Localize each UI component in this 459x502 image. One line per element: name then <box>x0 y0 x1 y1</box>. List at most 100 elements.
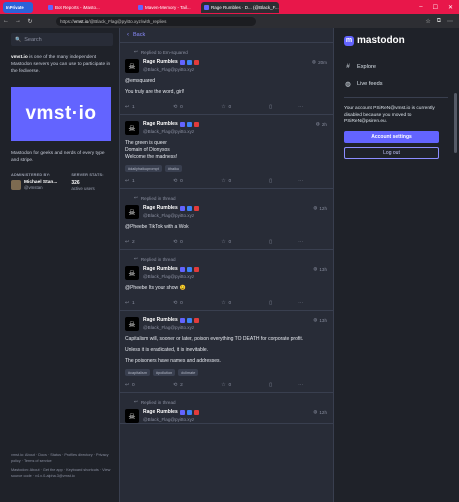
post-time[interactable]: ◍ 2h <box>316 121 327 127</box>
hashtag[interactable]: #capitalism <box>125 369 150 376</box>
mastodon-logo-icon: m <box>344 35 354 46</box>
mastodon-logo[interactable]: m mastodon <box>344 35 451 46</box>
account-handle[interactable]: @Black_Flag@pyitto.xyz <box>143 213 199 218</box>
bookmark-button[interactable]: ▯ <box>269 105 298 110</box>
display-name[interactable]: Rage Rumbles <box>143 317 199 323</box>
tab-favicon-icon <box>48 4 53 10</box>
display-name[interactable]: Rage Rumbles <box>143 121 199 127</box>
pirate-flag-avatar[interactable]: ☠ <box>125 266 139 280</box>
extensions-icon[interactable]: ⧉ <box>437 18 441 25</box>
tab-bot-reports[interactable]: Bot Reports - iMasto... <box>45 2 115 13</box>
maximize-icon[interactable]: ☐ <box>433 4 438 11</box>
status-post[interactable]: ↩ Replied to Em-squared ☠ Rage Rumbles @B… <box>120 43 333 115</box>
logout-button[interactable]: Log out <box>344 146 439 159</box>
reply-button[interactable]: ↩ 1 <box>125 105 173 110</box>
admin-account[interactable]: Michael Stan... @vmstan <box>11 180 57 190</box>
display-name[interactable]: Rage Rumbles <box>143 409 199 415</box>
account-settings-button[interactable]: Account settings <box>344 130 439 143</box>
status-post[interactable]: ↩ Replied in thread ☠ Rage Rumbles @Black… <box>120 189 333 250</box>
back-button[interactable]: ‹ Back <box>120 28 333 43</box>
post-time[interactable]: ◍ 12h <box>313 205 327 211</box>
more-button[interactable]: ⋯ <box>298 179 327 184</box>
more-button[interactable]: ⋯ <box>298 301 327 306</box>
back-arrow-icon[interactable]: ← <box>0 18 12 24</box>
reply-context: ↩ Replied to Em-squared <box>134 49 327 55</box>
account-handle[interactable]: @Black_Flag@pyitto.xyz <box>143 417 199 422</box>
display-name[interactable]: Rage Rumbles <box>143 205 199 211</box>
tab-rage-rumbles[interactable]: Rage Rumbles · D... (@Black_F...✕ <box>201 1 279 13</box>
bookmark-button[interactable]: ▯ <box>269 179 298 184</box>
reload-icon[interactable]: ↻ <box>24 18 36 25</box>
display-name[interactable]: Rage Rumbles <box>143 59 199 65</box>
reply-context: ↩ Replied in thread <box>134 256 327 262</box>
reply-button[interactable]: ↩ 0 <box>125 383 173 388</box>
post-time[interactable]: ◍ 13h <box>313 317 327 323</box>
status-post[interactable]: ☠ Rage Rumbles @Black_Flag@pyitto.xyz ◍ 1… <box>120 311 333 393</box>
pirate-flag-avatar[interactable]: ☠ <box>125 59 139 73</box>
search-input[interactable]: 🔍 Search <box>11 33 113 46</box>
more-button[interactable]: ⋯ <box>298 383 327 388</box>
pirate-flag-avatar[interactable]: ☠ <box>125 317 139 331</box>
tab-maven-memory[interactable]: Maven-Memory - Tail... <box>135 2 195 13</box>
logo-text: mastodon <box>357 35 405 46</box>
boost-count: 0 <box>180 178 183 184</box>
more-button[interactable]: ⋯ <box>298 240 327 245</box>
menu-dots-icon[interactable]: ⋯ <box>447 18 453 25</box>
post-header: ☠ Rage Rumbles @Black_Flag@pyitto.xyz ◍ 1… <box>125 317 327 331</box>
boost-button[interactable]: ⟲ 0 <box>173 301 221 306</box>
close-window-icon[interactable]: ✕ <box>448 4 453 11</box>
nav-live-feeds[interactable]: ◍ Live feeds <box>344 75 451 92</box>
status-post[interactable]: ↩ Replied in thread ☠ Rage Rumbles @Black… <box>120 393 333 424</box>
reply-count: 0 <box>132 382 135 388</box>
status-post[interactable]: ☠ Rage Rumbles @Black_Flag@pyitto.xyz ◍ 2… <box>120 115 333 189</box>
minimize-icon[interactable]: – <box>419 4 422 11</box>
favourite-button[interactable]: ☆ 0 <box>221 105 269 110</box>
boost-button[interactable]: ⟲ 2 <box>173 383 221 388</box>
post-time[interactable]: ◍ 12h <box>313 409 327 415</box>
post-header: ☠ Rage Rumbles @Black_Flag@pyitto.xyz ◍ 2… <box>125 59 327 73</box>
hashtag[interactable]: #dailyhaikuprompt <box>125 165 162 172</box>
account-handle[interactable]: @Black_Flag@pyitto.xyz <box>143 325 199 330</box>
favourite-button[interactable]: ☆ 0 <box>221 383 269 388</box>
forward-arrow-icon[interactable]: → <box>12 18 24 24</box>
bookmark-button[interactable]: ▯ <box>269 240 298 245</box>
boost-button[interactable]: ⟲ 0 <box>173 179 221 184</box>
globe-icon: ◍ <box>313 317 318 322</box>
favourite-button[interactable]: ☆ 0 <box>221 179 269 184</box>
boost-button[interactable]: ⟲ 0 <box>173 240 221 245</box>
bookmark-button[interactable]: ▯ <box>269 301 298 306</box>
hashtag[interactable]: #pollution <box>153 369 176 376</box>
pirate-flag-avatar[interactable]: ☠ <box>125 121 139 135</box>
post-time[interactable]: ◍ 20m <box>312 59 327 65</box>
bookmark-button[interactable]: ▯ <box>269 383 298 388</box>
admin-avatar <box>11 180 21 190</box>
favourite-count: 0 <box>228 300 232 306</box>
post-actions: ↩ 0 ⟲ 2 ☆ 0 ▯ ⋯ <box>125 378 327 392</box>
more-button[interactable]: ⋯ <box>298 105 327 110</box>
nav-explore[interactable]: # Explore <box>344 58 451 75</box>
favourite-button[interactable]: ☆ 0 <box>221 240 269 245</box>
reply-button[interactable]: ↩ 2 <box>125 240 173 245</box>
status-post[interactable]: ↩ Replied in thread ☠ Rage Rumbles @Black… <box>120 250 333 311</box>
hashtag[interactable]: #climate <box>178 369 199 376</box>
reply-button[interactable]: ↩ 1 <box>125 301 173 306</box>
hashtag[interactable]: #haiku <box>164 165 183 172</box>
post-paragraph: Unless it is eradicated, it is inevitabl… <box>125 347 209 353</box>
reply-button[interactable]: ↩ 1 <box>125 179 173 184</box>
footer-mastodon-links[interactable]: Mastodon: About · Get the app · Keyboard… <box>11 468 115 479</box>
globe-icon: ◍ <box>315 121 320 126</box>
boost-button[interactable]: ⟲ 0 <box>173 105 221 110</box>
footer-server-links[interactable]: vmst.io: About · Docs · Status · Profile… <box>11 453 115 464</box>
scrollbar[interactable] <box>454 93 457 153</box>
favourite-button[interactable]: ☆ 0 <box>221 301 269 306</box>
favorite-star-icon[interactable]: ☆ <box>425 18 430 25</box>
display-name[interactable]: Rage Rumbles <box>143 266 199 272</box>
pirate-flag-avatar[interactable]: ☠ <box>125 409 139 423</box>
account-handle[interactable]: @Black_Flag@pyitto.xyz <box>143 274 199 279</box>
post-time[interactable]: ◍ 13h <box>313 266 327 272</box>
account-handle[interactable]: @Black_Flag@pyitto.xyz <box>143 129 199 134</box>
account-handle[interactable]: @Black_Flag@pyitto.xyz <box>143 67 199 72</box>
pirate-flag-avatar[interactable]: ☠ <box>125 205 139 219</box>
inprivate-badge[interactable]: InPrivate <box>3 1 33 13</box>
url-field[interactable]: https://vmst.io/@Black_Flag@pyitto.xyz/w… <box>56 16 256 26</box>
